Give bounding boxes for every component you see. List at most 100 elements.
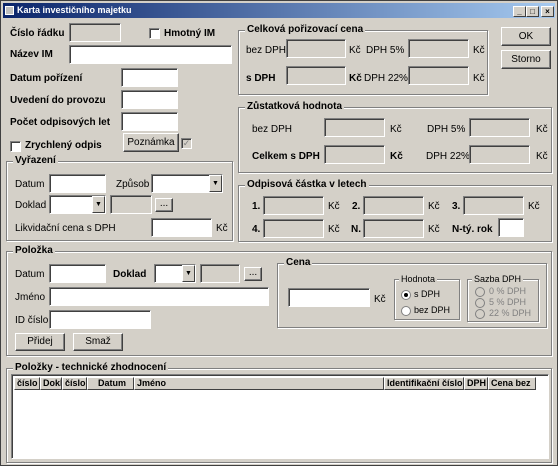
polozka-datum-input[interactable] [49, 264, 106, 283]
column-header[interactable]: Jméno [134, 377, 384, 390]
celkova-s-dph-label: s DPH [246, 73, 276, 84]
s-dph-radio[interactable] [401, 290, 411, 300]
celkova-s-dph-field [286, 66, 346, 85]
technicke-list[interactable]: číslo Dokl číslo Datum Jméno Identifikač… [11, 374, 549, 459]
nty-rok-input[interactable] [498, 218, 524, 237]
polozka-id-input[interactable] [49, 310, 151, 329]
zustatkova-title: Zůstatková hodnota [245, 101, 345, 112]
zpusob-select[interactable]: ▼ [151, 174, 223, 193]
minimize-button[interactable]: _ [513, 6, 526, 17]
pocet-let-input[interactable] [121, 112, 178, 131]
title-bar: Karta investičního majetku _ □ × [3, 3, 555, 18]
datum-porizeni-input[interactable] [121, 68, 178, 87]
poznamka-checkbox: ✓ [181, 138, 192, 149]
main-window: Karta investičního majetku _ □ × Číslo ř… [0, 0, 558, 466]
odpis-n-label: N. [351, 224, 361, 235]
sazba-5-radio[interactable] [475, 298, 485, 308]
chevron-down-icon: ▼ [182, 265, 195, 282]
odpis-3-kc: Kč [528, 201, 540, 212]
vyrazeni-doklad-number [110, 195, 152, 214]
vyrazeni-datum-input[interactable] [49, 174, 106, 193]
s-dph-radio-label: s DPH [414, 289, 441, 299]
nazev-im-label: Název IM [10, 49, 53, 60]
celkova-dph22-field [408, 66, 469, 85]
celkova-kc-1: Kč [349, 45, 361, 56]
odpis-1-label: 1. [252, 201, 261, 212]
hmotny-im-label: Hmotný IM [164, 28, 216, 39]
vyrazeni-doklad-label: Doklad [15, 200, 47, 211]
celkova-dph5-field [408, 39, 469, 58]
celkova-kc-3: Kč [349, 73, 362, 84]
poznamka-button[interactable]: Poznámka [123, 133, 179, 152]
likvidacni-label: Likvidační cena s DPH [15, 223, 116, 234]
maximize-button[interactable]: □ [526, 6, 539, 17]
column-header[interactable]: číslo [62, 377, 87, 390]
datum-porizeni-label: Datum pořízení [10, 73, 83, 84]
odpis-4-kc: Kč [328, 224, 340, 235]
sazba-5-label: 5 % DPH [489, 297, 527, 307]
vyrazeni-doklad-browse-button[interactable]: ... [155, 198, 173, 212]
polozka-title: Položka [13, 245, 55, 256]
vyrazeni-doklad-select[interactable]: ▼ [49, 195, 106, 214]
column-header[interactable]: Identifikační číslo [384, 377, 464, 390]
zustatkova-dph5-field [469, 118, 530, 137]
smaz-button[interactable]: Smaž [73, 333, 123, 351]
polozka-jmeno-input[interactable] [49, 287, 269, 306]
storno-button[interactable]: Storno [501, 50, 551, 69]
chevron-down-icon: ▼ [92, 196, 105, 213]
bez-dph-radio[interactable] [401, 306, 411, 316]
zustatkova-kc-1: Kč [390, 124, 402, 135]
zustatkova-kc-2: Kč [536, 124, 548, 135]
column-header[interactable]: Cena bez [488, 377, 536, 390]
odpis-3-field [463, 196, 524, 215]
close-button[interactable]: × [541, 6, 554, 17]
likvidacni-input[interactable] [151, 218, 212, 237]
zustatkova-dph5-label: DPH 5% [427, 124, 466, 135]
hmotny-im-checkbox[interactable] [149, 28, 160, 39]
celkova-bez-dph-field [286, 39, 346, 58]
cena-input[interactable] [288, 288, 370, 307]
zustatkova-dph22-label: DPH 22% [426, 151, 470, 162]
odpis-4-field [263, 219, 324, 238]
vyrazeni-title: Vyřazení [13, 155, 58, 166]
polozka-doklad-number [200, 264, 240, 283]
column-header[interactable]: DPH [464, 377, 488, 390]
polozka-datum-label: Datum [15, 269, 45, 280]
zrychleny-label: Zrychlený odpis [25, 140, 102, 151]
technicke-title: Položky - technické zhodnocení [13, 362, 169, 373]
ok-button[interactable]: OK [501, 27, 551, 46]
column-header[interactable]: Datum [87, 377, 134, 390]
cena-title: Cena [284, 257, 313, 268]
zustatkova-bez-dph-label: bez DPH [252, 124, 293, 135]
column-header[interactable]: číslo [14, 377, 40, 390]
polozka-doklad-select[interactable]: ▼ [154, 264, 196, 283]
odpis-2-kc: Kč [428, 201, 440, 212]
column-header[interactable]: Dokl [40, 377, 62, 390]
celkem-s-dph-label: Celkem s DPH [252, 151, 320, 162]
cislo-radku-label: Číslo řádku [10, 28, 65, 39]
sazba-0-radio[interactable] [475, 287, 485, 297]
polozka-doklad-browse-button[interactable]: ... [244, 267, 262, 281]
uvedeni-input[interactable] [121, 90, 178, 109]
nazev-im-input[interactable] [69, 45, 232, 64]
polozka-jmeno-label: Jméno [15, 292, 46, 303]
celkova-dph5-label: DPH 5% [366, 45, 405, 56]
celkova-bez-dph-label: bez DPH [246, 45, 287, 56]
sazba-22-radio[interactable] [475, 309, 485, 319]
odpis-4-label: 4. [252, 224, 261, 235]
zustatkova-kc-3: Kč [390, 151, 403, 162]
celkova-title: Celková pořizovací cena [245, 24, 366, 35]
app-icon [5, 6, 14, 15]
pridej-button[interactable]: Přidej [15, 333, 65, 351]
cena-kc: Kč [374, 294, 386, 305]
odpis-1-field [263, 196, 324, 215]
pocet-let-label: Počet odpisových let [10, 117, 111, 128]
chevron-down-icon: ▼ [209, 175, 222, 192]
odpis-2-label: 2. [352, 201, 361, 212]
celkem-s-dph-field [324, 145, 385, 164]
likvidacni-kc: Kč [216, 223, 228, 234]
bez-dph-radio-label: bez DPH [414, 305, 451, 315]
celkova-dph22-label: DPH 22% [364, 73, 408, 84]
vyrazeni-datum-label: Datum [15, 179, 45, 190]
zrychleny-checkbox[interactable] [10, 141, 21, 152]
